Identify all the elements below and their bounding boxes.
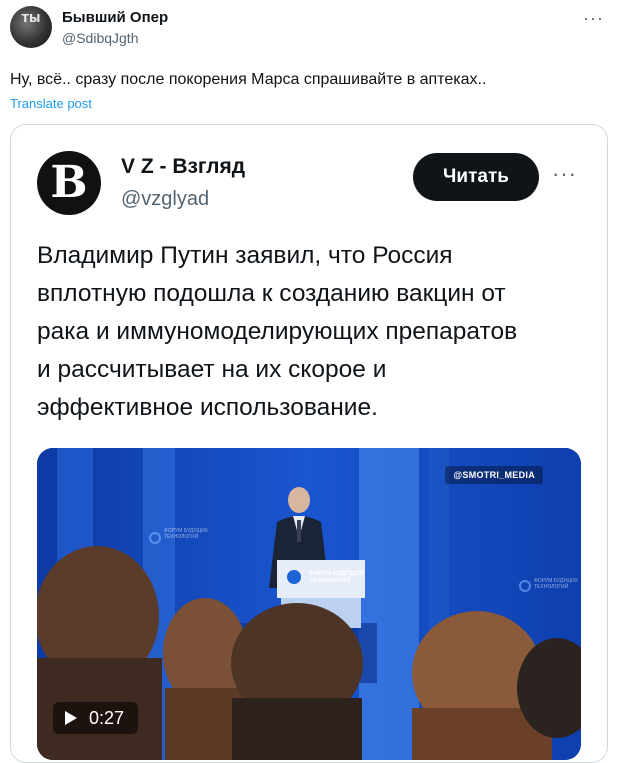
quoted-text-line: и рассчитывает на их скорое и <box>37 356 387 383</box>
quoted-post-text: Владимир Путин заявил, что Россия вплотн… <box>37 237 587 427</box>
author-name[interactable]: Бывший Опер <box>62 9 168 26</box>
forum-banner-right: ФОРУМ БУДУЩИХ ТЕХНОЛОГИЙ <box>534 578 578 590</box>
quoted-author-handle[interactable]: @vzglyad <box>121 188 209 211</box>
quoted-text-line: Владимир Путин заявил, что Россия <box>37 242 453 269</box>
forum-banner-left: ФОРУМ БУДУЩИХ ТЕХНОЛОГИЙ <box>164 528 208 540</box>
quoted-author-avatar[interactable]: B <box>37 151 101 215</box>
video-duration-badge[interactable]: 0:27 <box>53 702 139 734</box>
read-button[interactable]: Читать <box>413 153 539 201</box>
quoted-text-line: вплотную подошла к созданию вакцин от <box>37 280 506 307</box>
avatar-glyph: ТЫ <box>21 12 41 25</box>
author-avatar[interactable]: ТЫ <box>10 6 52 48</box>
video-watermark: @SMOTRI_MEDIA <box>445 466 543 484</box>
author-handle[interactable]: @SdibqJgth <box>62 30 138 46</box>
translate-post-link[interactable]: Translate post <box>10 96 92 111</box>
podium-forum-logo: ФОРУМ БУДУЩИХ ТЕХНОЛОГИЙ <box>309 571 364 584</box>
post-text: Ну, всё.. сразу после покорения Марса сп… <box>10 71 487 88</box>
video-player[interactable]: ФОРУМ БУДУЩИХ ТЕХНОЛОГИЙ ФОРУМ БУДУЩИХ Т… <box>37 448 581 760</box>
more-options-icon[interactable]: ··· <box>583 8 604 29</box>
quoted-author-name[interactable]: V Z - Взгляд <box>121 155 245 179</box>
quoted-post-card[interactable]: B V Z - Взгляд @vzglyad Читать ··· Влади… <box>10 124 608 763</box>
quoted-text-line: эффективное использование. <box>37 394 378 421</box>
quoted-text-line: рака и иммуномоделирующих препаратов <box>37 318 518 345</box>
play-icon[interactable] <box>65 711 77 725</box>
duration-label: 0:27 <box>89 708 125 728</box>
quoted-more-options-icon[interactable]: ··· <box>552 161 577 187</box>
